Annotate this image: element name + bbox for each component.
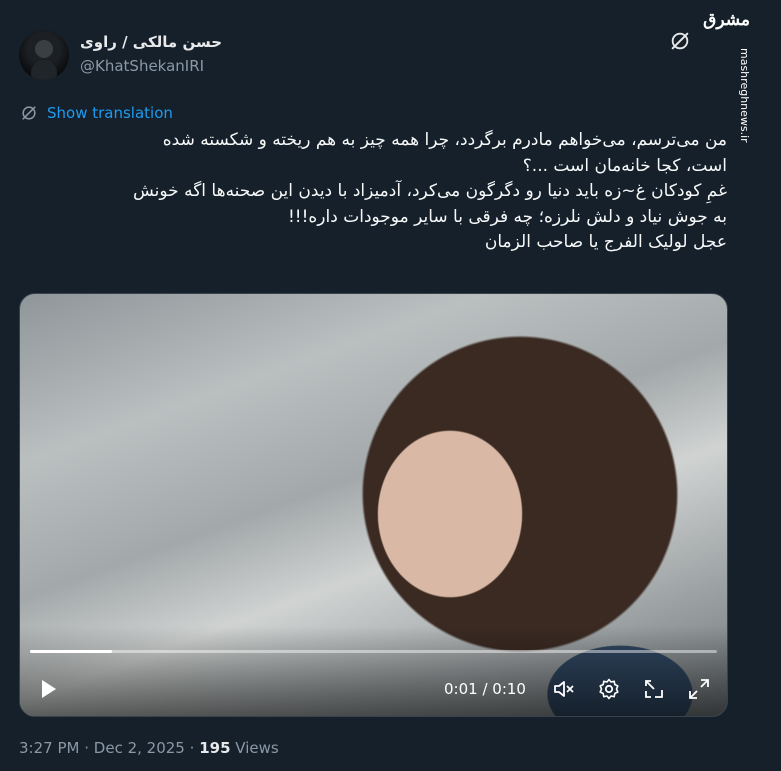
author-avatar[interactable] xyxy=(19,30,69,80)
tweet-text-line: غمِ کودکان غ~زه باید دنیا رو دگرگون می‌ک… xyxy=(132,181,727,201)
video-player[interactable]: 0:01 / 0:10 xyxy=(19,293,728,717)
video-time: 0:01 / 0:10 xyxy=(444,680,526,698)
tweet-text: من می‌ترسم، می‌خواهم مادرم برگردد، چرا ه… xyxy=(27,128,727,256)
translate-icon xyxy=(22,106,36,120)
tweet-text-line: به جوش نیاد و دلش نلرزه؛ چه فرقی با سایر… xyxy=(287,206,727,227)
video-controls-shade xyxy=(20,626,727,716)
translation-row: Show translation xyxy=(19,103,173,123)
show-translation-link[interactable]: Show translation xyxy=(47,104,173,122)
settings-icon[interactable] xyxy=(597,677,621,701)
watermark-url: mashreghnews.ir xyxy=(738,48,751,143)
meta-separator: · xyxy=(84,739,90,757)
author-handle[interactable]: @KhatShekanIRI xyxy=(80,57,204,75)
tweet-text-line: من می‌ترسم، می‌خواهم مادرم برگردد، چرا ه… xyxy=(162,130,727,150)
pip-icon[interactable] xyxy=(642,677,666,701)
fullscreen-icon[interactable] xyxy=(687,677,711,701)
video-progress-fill xyxy=(30,650,113,653)
tweet-text-line: است، کجا خانه‌مان است ...؟ xyxy=(522,155,727,176)
author-display-name[interactable]: حسن مالکی / راوی xyxy=(80,33,222,51)
mute-icon[interactable] xyxy=(552,677,576,701)
meta-separator: · xyxy=(189,739,195,757)
views-label: Views xyxy=(235,739,279,757)
tweet-time[interactable]: 3:27 PM xyxy=(19,739,79,757)
tweet-date[interactable]: Dec 2, 2025 xyxy=(94,739,185,757)
play-icon[interactable] xyxy=(36,677,60,701)
watermark-logo: مشرق xyxy=(703,10,750,30)
views-count: 195 xyxy=(199,739,231,757)
grok-icon[interactable] xyxy=(669,30,691,52)
tweet-meta: 3:27 PM · Dec 2, 2025 · 195 Views xyxy=(19,739,279,757)
video-progress-bar[interactable] xyxy=(30,650,717,653)
tweet-text-line: عجل لولیک الفرج یا صاحب الزمان xyxy=(484,232,727,252)
